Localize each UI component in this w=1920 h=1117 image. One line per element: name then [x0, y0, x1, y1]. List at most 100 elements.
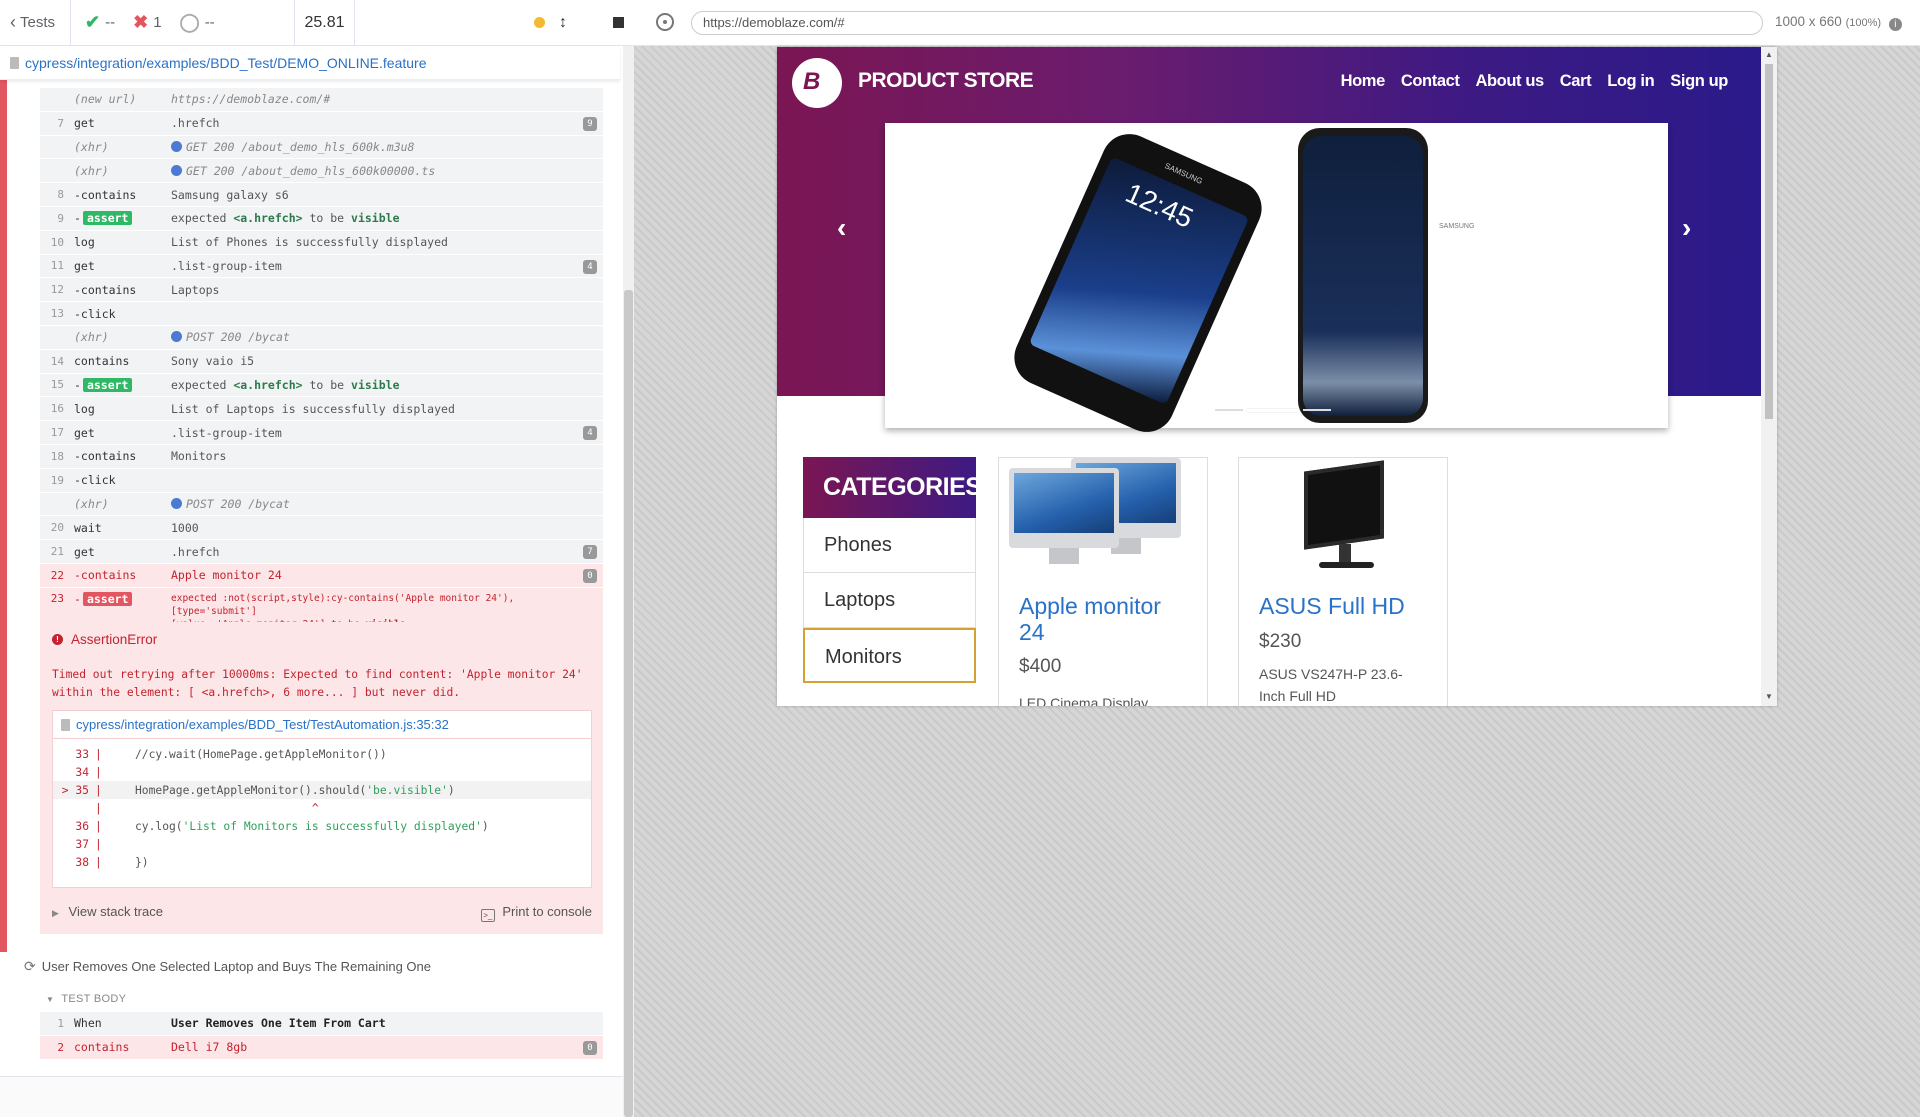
- auto-scroll-toggle-icon[interactable]: ↕: [559, 14, 567, 32]
- command-row[interactable]: 11 get .list-group-item 4: [40, 254, 603, 279]
- test-body-header[interactable]: ▼ TEST BODY: [46, 993, 126, 1005]
- caret-down-icon: ▼: [46, 995, 55, 1004]
- product-image[interactable]: [1249, 458, 1439, 578]
- circle-icon: ◯: [179, 12, 200, 32]
- aut-url-bar[interactable]: https://demoblaze.com/#: [691, 11, 1763, 35]
- failed-stat: ✖ 1: [133, 12, 161, 33]
- imac-front: [1009, 468, 1119, 564]
- command-row[interactable]: 10 log List of Phones is successfully disp…: [40, 230, 603, 255]
- command-row[interactable]: 2 contains Dell i7 8gb 0: [40, 1035, 603, 1060]
- test-stats: ✔ -- ✖ 1 ◯ --: [71, 0, 295, 46]
- line-gutter: |: [95, 765, 102, 779]
- scroll-down-icon[interactable]: ▼: [1765, 692, 1773, 701]
- command-number: 11: [50, 259, 64, 273]
- nav-cart[interactable]: Cart: [1560, 72, 1592, 91]
- category-phones[interactable]: Phones: [803, 518, 976, 573]
- command-row[interactable]: 15- assert expected <a.hrefch> to be visib…: [40, 373, 603, 398]
- viewport-zoom: (100%): [1845, 17, 1882, 29]
- indicator-2[interactable]: [1247, 409, 1299, 412]
- command-row[interactable]: 12 -contains Laptops: [40, 278, 603, 303]
- store-scroll-thumb[interactable]: [1765, 64, 1773, 419]
- command-row[interactable]: (new url) https://demoblaze.com/#: [40, 88, 603, 112]
- caret-right-icon: ▶: [52, 908, 59, 918]
- aut-header: https://demoblaze.com/# 1000 x 660 (100%…: [634, 0, 1920, 46]
- pending-count: --: [204, 14, 215, 31]
- store-brand[interactable]: PRODUCT STORE: [858, 69, 1034, 93]
- carousel-next-icon[interactable]: ›: [1682, 212, 1691, 244]
- command-row[interactable]: 9- assert expected <a.hrefch> to be visibl…: [40, 206, 603, 231]
- command-row[interactable]: 17 get .list-group-item 4: [40, 421, 603, 445]
- command-row[interactable]: 8 -contains Samsung galaxy s6: [40, 183, 603, 207]
- monitor-screen: [1304, 460, 1384, 550]
- store-logo[interactable]: B: [792, 58, 842, 108]
- reporter-footer: [0, 1076, 623, 1117]
- carousel-prev-icon[interactable]: ‹: [837, 212, 846, 244]
- carousel-indicators[interactable]: [1215, 409, 1331, 412]
- assert-mid: to be: [302, 377, 352, 392]
- category-laptops[interactable]: Laptops: [803, 573, 976, 628]
- category-monitors[interactable]: Monitors: [803, 628, 976, 683]
- command-row[interactable]: (xhr) POST 200 /bycat: [40, 325, 603, 350]
- reporter-scroll-thumb[interactable]: [624, 290, 633, 1117]
- command-name: get: [74, 425, 95, 440]
- command-message: POST 200 /bycat: [171, 497, 603, 511]
- command-row[interactable]: (xhr) POST 200 /bycat: [40, 492, 603, 517]
- next-test-title[interactable]: ⟳ User Removes One Selected Laptop and B…: [24, 958, 431, 975]
- command-row[interactable]: 16 log List of Laptops is successfully dis…: [40, 397, 603, 422]
- command-row[interactable]: (xhr) GET 200 /about_demo_hls_600k.m3u8: [40, 135, 603, 160]
- command-name: - assert: [64, 377, 171, 392]
- info-icon[interactable]: i: [1888, 18, 1902, 31]
- command-row[interactable]: 21 get .hrefch 7: [40, 540, 603, 564]
- element-count-badge: 4: [583, 259, 597, 274]
- line-gutter: |: [95, 819, 102, 833]
- code-line: | ^: [53, 799, 591, 817]
- code-line: 33 | //cy.wait(HomePage.getAppleMonitor()): [53, 745, 591, 763]
- command-row[interactable]: 22 -contains Apple monitor 24 0: [40, 563, 603, 588]
- command-row[interactable]: 19 -click: [40, 468, 603, 493]
- print-to-console-button[interactable]: >_ Print to console: [480, 904, 592, 922]
- line-gutter: |: [95, 747, 102, 761]
- command-row[interactable]: 7 get .hrefch 9: [40, 111, 603, 136]
- view-stack-trace-button[interactable]: ▶ View stack trace: [52, 904, 163, 922]
- refresh-icon: ⟳: [24, 958, 36, 974]
- status-dot-icon: [534, 17, 545, 28]
- nav-home[interactable]: Home: [1341, 72, 1386, 91]
- command-message: Laptops: [171, 282, 220, 297]
- code-frame-file-link[interactable]: cypress/integration/examples/BDD_Test/Te…: [53, 711, 591, 739]
- scroll-up-icon[interactable]: ▲: [1765, 50, 1773, 59]
- categories-header[interactable]: CATEGORIES: [803, 457, 982, 518]
- nav-sign-up[interactable]: Sign up: [1670, 72, 1728, 91]
- command-row-failed-assert[interactable]: 23- assert expected :not(script,style):cy-…: [40, 587, 603, 630]
- command-row[interactable]: (xhr) GET 200 /about_demo_hls_600k00000.t…: [40, 159, 603, 184]
- error-panel: ! AssertionError Timed out retrying afte…: [40, 622, 603, 934]
- line-code: HomePage.getAppleMonitor().should('be.vi…: [135, 783, 455, 797]
- product-description: ASUS VS247H-P 23.6-Inch Full HD: [1259, 666, 1403, 704]
- product-title[interactable]: ASUS Full HD: [1259, 593, 1429, 619]
- reporter-header: ‹ Tests ✔ -- ✖ 1 ◯ -- 25.81 ↕: [0, 0, 634, 46]
- command-number: 20: [50, 521, 64, 535]
- command-row[interactable]: 18 -contains Monitors: [40, 444, 603, 469]
- command-row[interactable]: 14 contains Sony vaio i5: [40, 349, 603, 374]
- element-count-badge: 0: [583, 1040, 597, 1055]
- nav-about-us[interactable]: About us: [1475, 72, 1544, 91]
- stop-button[interactable]: [613, 17, 624, 28]
- passed-stat: ✔ --: [85, 12, 115, 33]
- command-row[interactable]: 13 -click: [40, 302, 603, 326]
- indicator-1[interactable]: [1215, 409, 1243, 411]
- command-row[interactable]: 1 When User Removes One Item From Cart: [40, 1012, 603, 1036]
- selector-playground-icon[interactable]: [656, 13, 674, 31]
- product-title[interactable]: Apple monitor 24: [1019, 593, 1189, 645]
- command-message: GET 200 /about_demo_hls_600k.m3u8: [171, 140, 603, 154]
- command-row[interactable]: 20 wait 1000: [40, 516, 603, 541]
- store-scrollbar[interactable]: ▲ ▼: [1761, 47, 1777, 706]
- nav-contact[interactable]: Contact: [1401, 72, 1460, 91]
- spec-file-link[interactable]: cypress/integration/examples/BDD_Test/DE…: [0, 46, 620, 80]
- product-price: $400: [1019, 656, 1062, 677]
- indicator-3[interactable]: [1303, 409, 1331, 411]
- product-image[interactable]: [1009, 458, 1199, 578]
- line-number: 37: [75, 837, 89, 851]
- store-nav: Home Contact About us Cart Log in Sign u…: [1341, 72, 1729, 91]
- nav-log-in[interactable]: Log in: [1607, 72, 1654, 91]
- store-iframe: B PRODUCT STORE Home Contact About us Ca…: [777, 47, 1777, 706]
- back-to-tests-button[interactable]: ‹ Tests: [0, 0, 71, 46]
